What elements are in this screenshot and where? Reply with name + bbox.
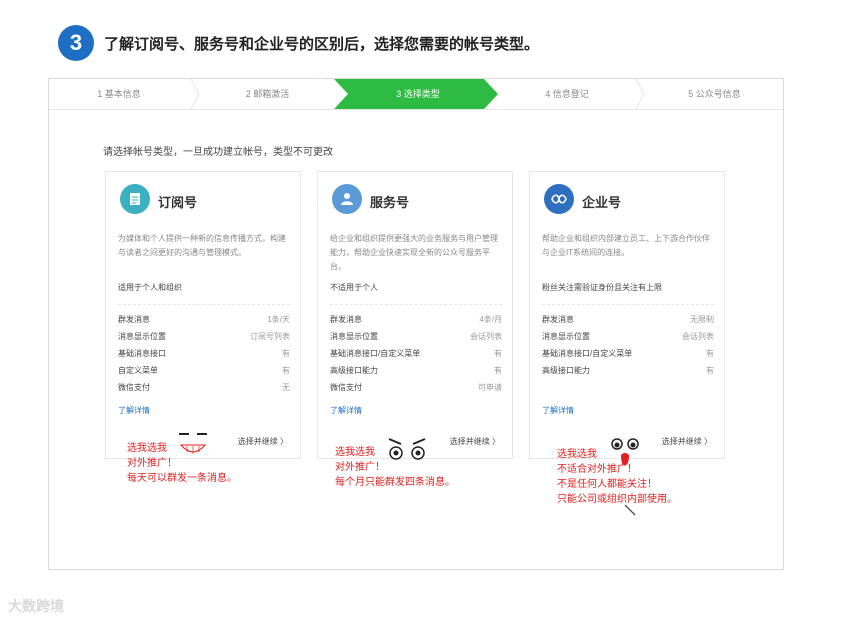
learn-more-link[interactable]: 了解详情 (118, 405, 150, 416)
surprised-face-icon (611, 438, 639, 465)
feature-row: 基础消息接口 有 (118, 348, 290, 364)
choose-continue-button[interactable]: 选择并继续 〉 (238, 436, 288, 447)
feature-row: 高级接口能力 有 (330, 365, 502, 381)
feature-key: 群发消息 (330, 315, 362, 324)
feature-value: 有 (706, 349, 714, 358)
registration-panel: 1 基本信息 2 邮箱激活 3 选择类型 4 信息登记 5 公众号信息 请选择帐… (48, 78, 784, 570)
progress-steps: 1 基本信息 2 邮箱激活 3 选择类型 4 信息登记 5 公众号信息 (49, 79, 783, 110)
instruction-text: 了解订阅号、服务号和企业号的区别后，选择您需要的帐号类型。 (104, 36, 540, 53)
annotation-line: 只能公司或组织内部使用。 (557, 494, 677, 505)
card-title: 订阅号 (158, 195, 198, 210)
card-scope: 粉丝关注需验证身份且关注有上限 (542, 283, 662, 292)
feature-value: 无 (282, 383, 290, 392)
step-account-info: 5 公众号信息 (688, 89, 741, 99)
step-separator-icon (190, 79, 200, 109)
feature-row: 微信支付 无 (118, 382, 290, 398)
feature-row: 群发消息 无限制 (542, 314, 714, 330)
feature-key: 群发消息 (542, 315, 574, 324)
feature-value: 会话列表 (470, 332, 502, 341)
feature-row: 微信支付 可申请 (330, 382, 502, 398)
annotation-line: 每天可以群发一条消息。 (127, 473, 237, 484)
feature-value: 可申请 (478, 383, 502, 392)
card-description: 帮助企业和组织内部建立员工、上下游合作伙伴与企业IT系统间的连接。 (542, 234, 710, 257)
feature-key: 群发消息 (118, 315, 150, 324)
feature-value: 有 (706, 366, 714, 375)
feature-key: 高级接口能力 (542, 366, 590, 375)
divider (118, 304, 290, 305)
feature-row: 消息显示位置 会话列表 (542, 331, 714, 347)
feature-row: 消息显示位置 订阅号列表 (118, 331, 290, 347)
feature-value: 1条/天 (267, 315, 290, 324)
card-title: 企业号 (582, 195, 622, 210)
feature-row: 群发消息 4条/月 (330, 314, 502, 330)
user-service-icon (332, 184, 362, 214)
feature-key: 自定义菜单 (118, 366, 158, 375)
feature-value: 有 (494, 366, 502, 375)
step-info-register: 4 信息登记 (545, 89, 589, 99)
feature-key: 基础消息接口/自定义菜单 (330, 349, 421, 358)
card-subscription[interactable]: 订阅号 为媒体和个人提供一种新的信息传播方式，构建与读者之间更好的沟通与管理模式… (105, 171, 301, 459)
card-scope: 适用于个人和组织 (118, 283, 182, 292)
choose-continue-button[interactable]: 选择并继续 〉 (662, 436, 712, 447)
learn-more-link[interactable]: 了解详情 (542, 405, 574, 416)
feature-key: 基础消息接口 (118, 349, 166, 358)
feature-row: 基础消息接口/自定义菜单 有 (542, 348, 714, 364)
section-hint: 请选择帐号类型，一旦成功建立帐号，类型不可更改 (103, 147, 333, 158)
feature-row: 消息显示位置 会话列表 (330, 331, 502, 347)
step-separator-icon (635, 79, 645, 109)
divider (542, 304, 714, 305)
annotation-line: 每个月只能群发四条消息。 (335, 477, 455, 488)
feature-key: 微信支付 (330, 383, 362, 392)
feature-key: 微信支付 (118, 383, 150, 392)
watermark-logo: 大数跨境 (8, 598, 64, 614)
choose-continue-button[interactable]: 选择并继续 〉 (450, 436, 500, 447)
step-email-activation: 2 邮箱激活 (245, 89, 290, 99)
feature-key: 消息显示位置 (330, 332, 378, 341)
feature-value: 订阅号列表 (250, 332, 290, 341)
feature-row: 基础消息接口/自定义菜单 有 (330, 348, 502, 364)
feature-value: 有 (494, 349, 502, 358)
card-description: 为媒体和个人提供一种新的信息传播方式，构建与读者之间更好的沟通与管理模式。 (118, 234, 286, 257)
pointer-icon (624, 504, 636, 516)
angry-eyes-icon (388, 438, 426, 460)
grin-face-icon (179, 433, 207, 454)
feature-key: 基础消息接口/自定义菜单 (542, 349, 633, 358)
feature-value: 4条/月 (479, 315, 502, 324)
feature-row: 自定义菜单 有 (118, 365, 290, 381)
card-service[interactable]: 服务号 给企业和组织提供更强大的业务服务与用户管理能力，帮助企业快速实现全新的公… (317, 171, 513, 459)
step-select-type: 3 选择类型 (396, 89, 440, 99)
feature-key: 消息显示位置 (542, 332, 590, 341)
card-enterprise[interactable]: 企业号 帮助企业和组织内部建立员工、上下游合作伙伴与企业IT系统间的连接。 粉丝… (529, 171, 725, 459)
feature-value: 会话列表 (682, 332, 714, 341)
feature-key: 消息显示位置 (118, 332, 166, 341)
feature-key: 高级接口能力 (330, 366, 378, 375)
feature-row: 高级接口能力 有 (542, 365, 714, 381)
enterprise-icon (544, 184, 574, 214)
feature-value: 有 (282, 349, 290, 358)
card-description: 给企业和组织提供更强大的业务服务与用户管理能力，帮助企业快速实现全新的公众号服务… (330, 234, 498, 271)
annotation-line: 不是任何人都能关注！ (557, 479, 657, 490)
step-basic-info: 1 基本信息 (97, 89, 141, 99)
feature-row: 群发消息 1条/天 (118, 314, 290, 330)
learn-more-link[interactable]: 了解详情 (330, 405, 362, 416)
document-icon (120, 184, 150, 214)
card-title: 服务号 (370, 195, 410, 210)
divider (330, 304, 502, 305)
card-scope: 不适用于个人 (330, 283, 378, 292)
step-number-badge: 3 (58, 25, 94, 61)
feature-value: 有 (282, 366, 290, 375)
feature-value: 无限制 (690, 315, 714, 324)
